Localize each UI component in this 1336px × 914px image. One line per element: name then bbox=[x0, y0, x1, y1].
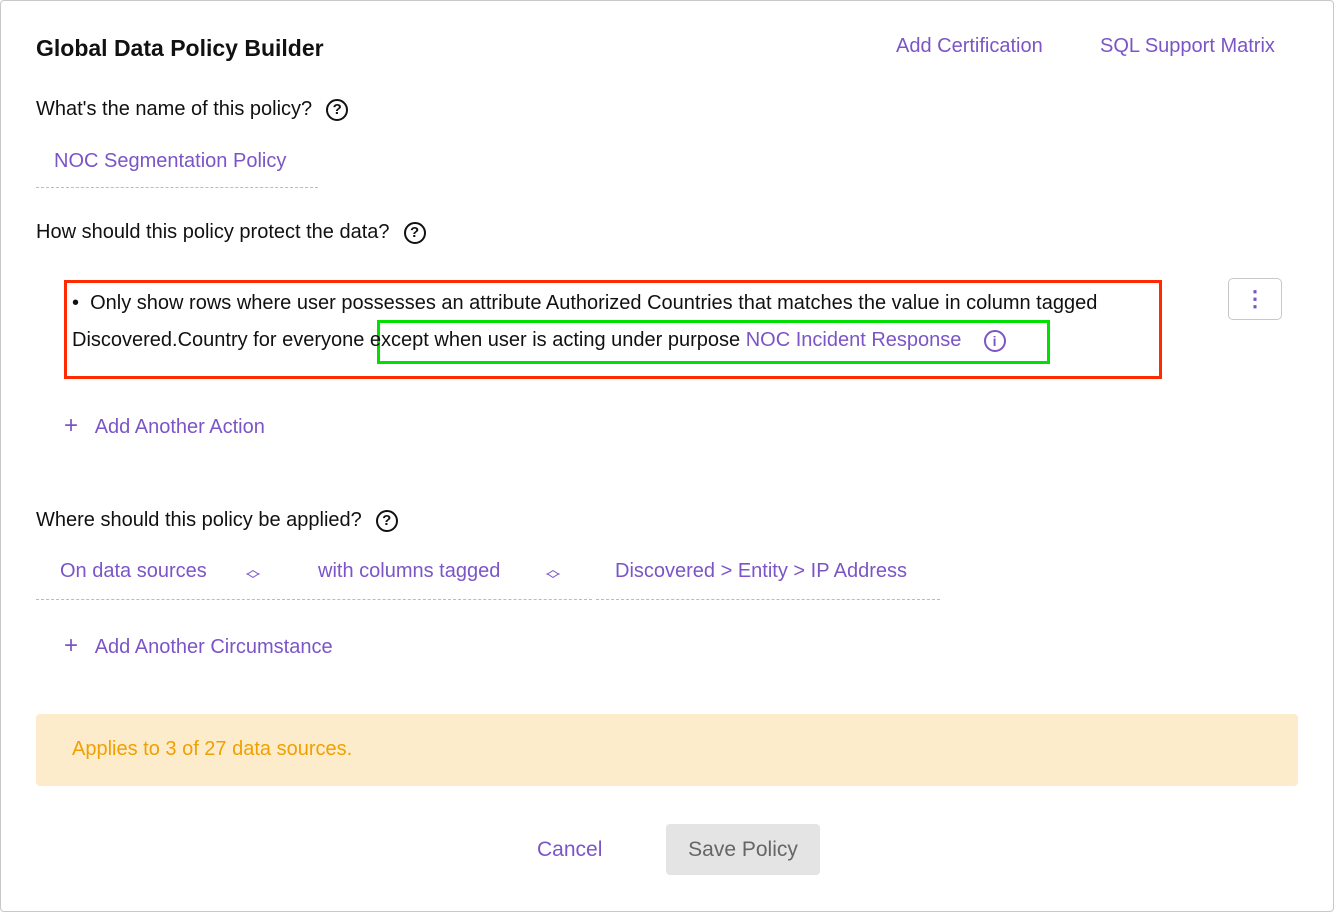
protect-question: How should this policy protect the data?… bbox=[36, 221, 426, 244]
add-another-action-button[interactable]: + Add Another Action bbox=[64, 412, 265, 440]
question-label: How should this policy protect the data? bbox=[36, 221, 390, 243]
action-line-1[interactable]: • Only show rows where user possesses an… bbox=[72, 292, 1097, 315]
applies-banner: Applies to 3 of 27 data sources. bbox=[36, 714, 1298, 786]
chevron-updown-icon: ︿ ﹀ bbox=[546, 561, 560, 588]
plus-icon: + bbox=[64, 632, 79, 659]
kebab-icon: ⋮ bbox=[1244, 286, 1266, 311]
action-text: Discovered.Country for everyone bbox=[72, 329, 365, 351]
page-title: Global Data Policy Builder bbox=[36, 35, 324, 61]
scope-value: On data sources bbox=[60, 560, 207, 582]
apply-question: Where should this policy be applied?? bbox=[36, 509, 398, 532]
more-options-button[interactable]: ⋮ bbox=[1228, 278, 1282, 320]
help-icon[interactable]: ? bbox=[375, 509, 398, 532]
purpose-link[interactable]: NOC Incident Response bbox=[746, 329, 962, 351]
help-icon[interactable]: ? bbox=[403, 221, 426, 244]
add-circumstance-label: Add Another Circumstance bbox=[94, 636, 333, 658]
save-policy-button[interactable]: Save Policy bbox=[666, 824, 820, 875]
policy-name-question: What's the name of this policy?? bbox=[36, 98, 349, 121]
bullet: • bbox=[72, 292, 91, 314]
info-icon[interactable]: i bbox=[983, 330, 1006, 352]
action-line-2[interactable]: Discovered.Country for everyone except w… bbox=[72, 329, 1006, 352]
scope-select[interactable]: On data sources ︿ ﹀ bbox=[36, 560, 290, 600]
exception-text: except when user is acting under purpose bbox=[369, 329, 741, 351]
help-icon[interactable]: ? bbox=[326, 98, 349, 121]
add-certification-link[interactable]: Add Certification bbox=[896, 35, 1043, 58]
cancel-button[interactable]: Cancel bbox=[537, 838, 602, 862]
column-mode-value: with columns tagged bbox=[318, 560, 501, 582]
action-text: Only show rows where user possesses an a… bbox=[90, 292, 1098, 314]
chevron-updown-icon: ︿ ﹀ bbox=[246, 561, 260, 588]
plus-icon: + bbox=[64, 412, 79, 439]
question-label: What's the name of this policy? bbox=[36, 98, 313, 120]
sql-support-matrix-link[interactable]: SQL Support Matrix bbox=[1100, 35, 1275, 58]
policy-name-input[interactable]: NOC Segmentation Policy bbox=[36, 150, 318, 188]
question-label: Where should this policy be applied? bbox=[36, 509, 362, 531]
column-mode-select[interactable]: with columns tagged ︿ ﹀ bbox=[292, 560, 592, 600]
add-action-label: Add Another Action bbox=[94, 416, 265, 438]
tag-select[interactable]: Discovered > Entity > IP Address bbox=[596, 560, 940, 600]
add-another-circumstance-button[interactable]: + Add Another Circumstance bbox=[64, 632, 333, 660]
